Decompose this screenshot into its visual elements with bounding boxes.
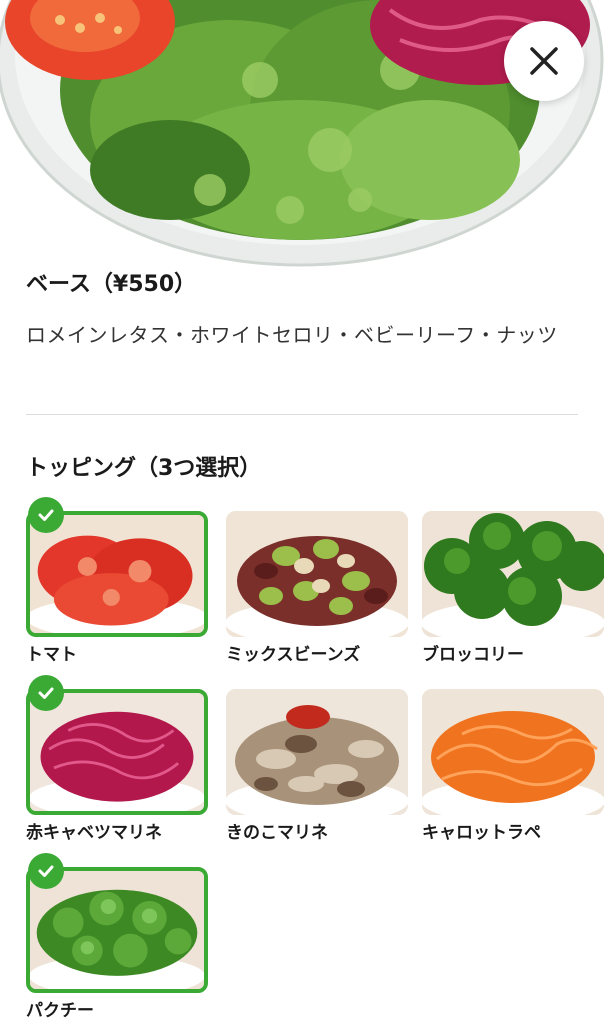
check-icon <box>28 497 64 533</box>
close-icon <box>530 47 558 75</box>
topping-label: ミックスビーンズ <box>226 645 361 665</box>
topping-label: トマト <box>26 645 77 665</box>
mushroom-image <box>226 689 408 815</box>
close-button[interactable] <box>504 21 584 101</box>
topping-title: トッピング（3つ選択） <box>26 456 262 481</box>
topping-card-tomato[interactable]: トマト <box>26 497 208 667</box>
topping-label: 赤キャベツマリネ <box>26 823 162 843</box>
divider <box>26 414 578 415</box>
topping-label: きのこマリネ <box>226 823 328 843</box>
topping-label: キャロットラペ <box>422 823 541 843</box>
topping-label: パクチー <box>26 1001 94 1021</box>
topping-card-carrot[interactable]: キャロットラペ <box>422 689 604 845</box>
check-icon <box>28 675 64 711</box>
topping-card-coriander[interactable]: パクチー <box>26 853 208 1023</box>
topping-card-mixed-beans[interactable]: ミックスビーンズ <box>226 511 408 667</box>
topping-label: ブロッコリー <box>422 645 524 665</box>
carrot-image <box>422 689 604 815</box>
broccoli-image <box>422 511 604 637</box>
base-description: ロメインレタス・ホワイトセロリ・ベビーリーフ・ナッツ <box>26 323 558 347</box>
topping-card-red-cabbage[interactable]: 赤キャベツマリネ <box>26 675 208 845</box>
topping-card-broccoli[interactable]: ブロッコリー <box>422 511 604 667</box>
topping-card-mushroom[interactable]: きのこマリネ <box>226 689 408 845</box>
base-title: ベース（¥550） <box>26 272 197 297</box>
check-icon <box>28 853 64 889</box>
mixed-beans-image <box>226 511 408 637</box>
